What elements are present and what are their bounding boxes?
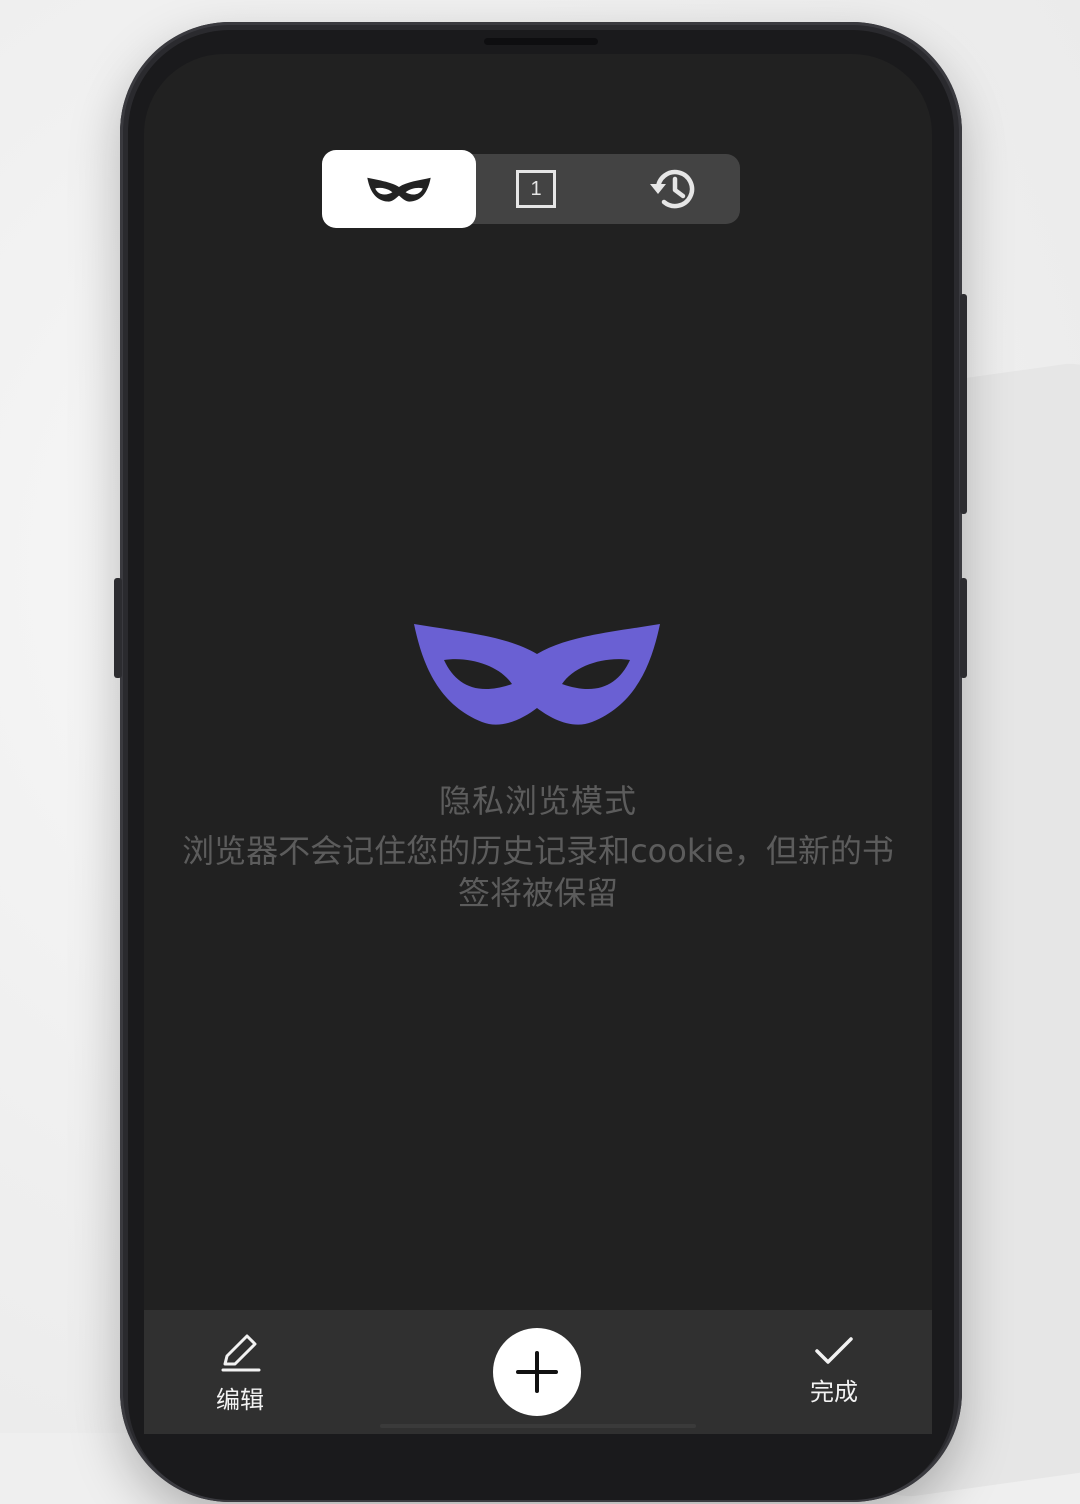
browser-screen: 1 隐私浏览模式 浏览器不会记住您的历史记录和cookie，但新的书签将被保留 … xyxy=(144,54,932,1434)
done-button[interactable]: 完成 xyxy=(794,1334,874,1424)
edit-button[interactable]: 编辑 xyxy=(200,1330,280,1420)
phone-speaker xyxy=(484,38,598,45)
checkmark-icon xyxy=(815,1337,853,1364)
bottom-toolbar: 编辑 完成 xyxy=(144,1310,932,1434)
edit-pencil-icon xyxy=(221,1334,261,1372)
add-tab-button[interactable] xyxy=(493,1328,581,1416)
home-indicator xyxy=(380,1424,696,1428)
incognito-mask-icon xyxy=(414,624,660,725)
tab-private-mode[interactable] xyxy=(322,150,476,228)
private-mode-title: 隐私浏览模式 xyxy=(438,782,637,820)
incognito-mask-icon xyxy=(367,177,431,202)
tab-normal-tabs[interactable]: 1 xyxy=(496,154,576,224)
phone-side-button-lower xyxy=(960,578,967,678)
edit-button-label: 编辑 xyxy=(216,1386,264,1414)
plus-icon xyxy=(516,1351,558,1393)
done-button-label: 完成 xyxy=(810,1378,858,1406)
tab-mode-switcher: 1 xyxy=(322,150,740,228)
private-mode-description: 浏览器不会记住您的历史记录和cookie，但新的书签将被保留 xyxy=(182,832,894,912)
tab-count-icon: 1 xyxy=(516,170,556,208)
phone-volume-button xyxy=(114,578,122,678)
tab-count-label: 1 xyxy=(530,177,542,200)
tab-history[interactable] xyxy=(612,154,732,224)
phone-side-button-upper xyxy=(960,294,967,514)
history-icon xyxy=(650,169,695,209)
